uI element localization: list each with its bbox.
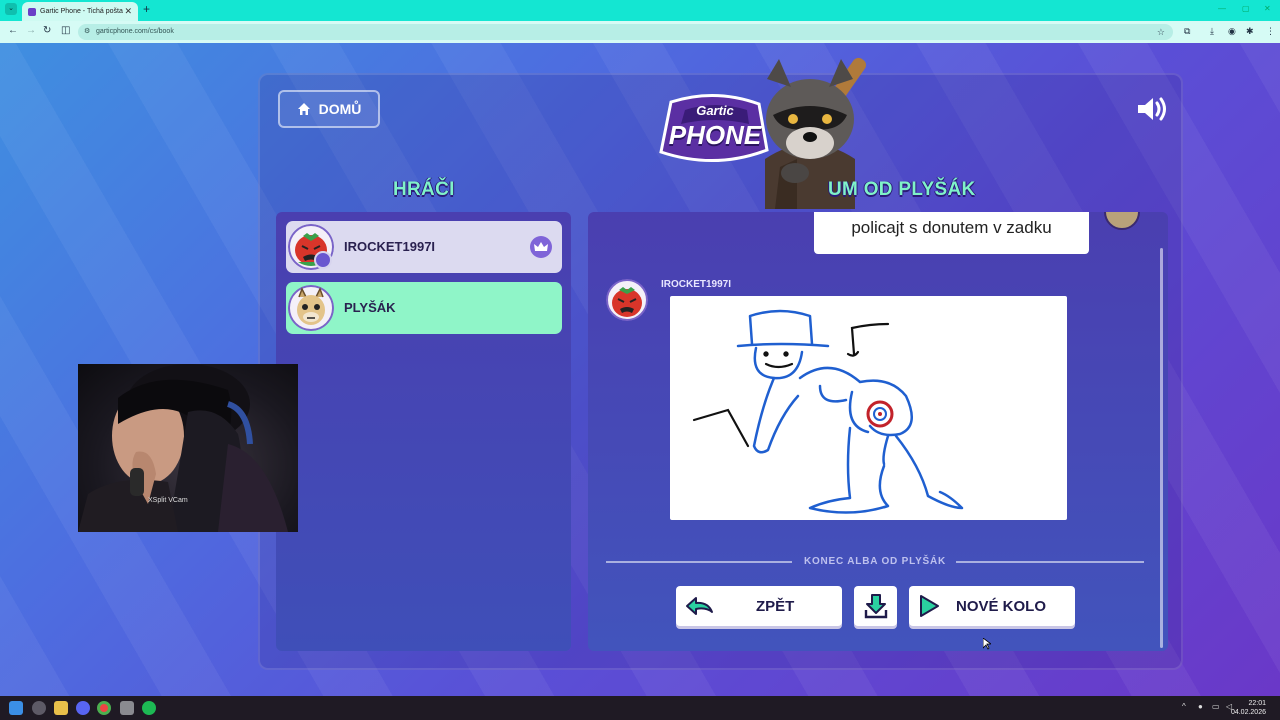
chrome-icon[interactable] [97, 701, 111, 715]
new-round-button[interactable]: NOVÉ KOLO [909, 586, 1075, 626]
crown-icon [530, 236, 552, 258]
windows-taskbar: ^ ● ▭ ◁ 22:01 04.02.2026 [0, 696, 1280, 720]
guess-caption: policajt s donutem v zadku [814, 212, 1089, 254]
tab-title: Gartic Phone - Tichá pošta [40, 8, 123, 15]
site-info-icon[interactable]: ⚙ [84, 24, 90, 40]
back-arrow-icon[interactable]: ← [8, 25, 18, 36]
extensions-icon[interactable]: ⧉ [1184, 26, 1190, 37]
close-window-icon[interactable]: ✕ [1264, 4, 1271, 13]
windows-start-icon[interactable] [9, 701, 23, 715]
profile-icon[interactable]: ◉ [1228, 26, 1236, 37]
download-icon[interactable]: ⤓ [1210, 26, 1214, 37]
player-name: PLYŠÁK [344, 300, 396, 315]
address-url: garticphone.com/cs/book [96, 28, 174, 35]
spotify-icon[interactable] [142, 701, 156, 715]
minimize-icon[interactable]: — [1218, 4, 1226, 13]
download-icon [864, 594, 888, 619]
tab-close-icon[interactable]: ✕ [124, 6, 132, 17]
webcam-overlay: XSplit VCam [78, 364, 298, 532]
maximize-icon[interactable]: ▢ [1242, 4, 1250, 13]
extension-puzzle-icon[interactable]: ✱ [1246, 26, 1254, 37]
app-icon-2[interactable] [120, 701, 134, 715]
new-round-label: NOVÉ KOLO [956, 597, 1047, 615]
back-label: ZPĚT [756, 597, 795, 615]
mouse-cursor-icon [983, 638, 991, 650]
album-scrollbar[interactable] [1160, 248, 1163, 648]
back-arrow-icon [686, 597, 713, 615]
forward-arrow-icon[interactable]: → [26, 25, 36, 36]
microphone-icon[interactable]: ● [1198, 702, 1203, 711]
tab-search-icon[interactable]: ⌄ [5, 3, 17, 15]
browser-toolbar: ← → ↻ ◫ ⚙ garticphone.com/cs/book ☆ ⧉ ⤓ … [0, 21, 1280, 43]
address-bar[interactable]: ⚙ garticphone.com/cs/book ☆ [78, 24, 1173, 40]
llama-avatar [288, 285, 334, 331]
app-icon[interactable] [32, 701, 46, 715]
tomato-avatar [606, 279, 648, 321]
discord-icon[interactable] [76, 701, 90, 715]
players-panel: IROCKET1997I PLYŠÁK [276, 212, 571, 651]
gartic-favicon-icon [28, 7, 36, 16]
home-icon [297, 103, 310, 115]
sound-icon[interactable] [1136, 95, 1170, 123]
network-icon[interactable]: ▭ [1212, 702, 1220, 711]
taskbar-clock[interactable]: 22:01 04.02.2026 [1231, 699, 1266, 717]
browser-tab[interactable]: Gartic Phone - Tichá pošta ✕ [22, 2, 138, 21]
host-user-icon [314, 251, 332, 269]
browser-tabbar: ⌄ Gartic Phone - Tichá pošta ✕ + — ▢ ✕ [0, 0, 1280, 21]
album-end-label: KONEC ALBA OD PLYŠÁK [803, 556, 947, 567]
player-drawing-image [670, 296, 1067, 520]
llama-avatar-small [1104, 212, 1140, 230]
entry-author-name: IROCKET1997I [661, 279, 732, 290]
webcam-label: XSplit VCam [148, 497, 188, 504]
home-button[interactable]: DOMŮ [278, 90, 380, 128]
download-button[interactable] [854, 586, 897, 626]
player-row-irocket[interactable]: IROCKET1997I [286, 221, 562, 273]
player-row-plysak[interactable]: PLYŠÁK [286, 282, 562, 334]
tray-chevron-icon[interactable]: ^ [1182, 702, 1186, 711]
new-tab-icon[interactable]: + [143, 2, 150, 16]
reload-icon[interactable]: ↻ [43, 25, 51, 36]
clock-time: 22:01 [1248, 700, 1266, 707]
play-icon [920, 595, 939, 617]
menu-dots-icon[interactable]: ⋮ [1266, 26, 1275, 37]
back-button[interactable]: ZPĚT [676, 586, 842, 626]
players-heading: HRÁČI [393, 179, 455, 200]
file-explorer-icon[interactable] [54, 701, 68, 715]
bookmark-star-icon[interactable]: ☆ [1157, 24, 1165, 40]
album-heading: UM OD PLYŠÁK [828, 179, 976, 200]
home-label: DOMŮ [318, 101, 362, 117]
album-end-divider: KONEC ALBA OD PLYŠÁK [606, 555, 1144, 569]
streamer-camera-image [78, 364, 288, 532]
player-name: IROCKET1997I [344, 239, 436, 254]
clock-date: 04.02.2026 [1230, 709, 1266, 716]
split-view-icon[interactable]: ◫ [61, 25, 70, 36]
